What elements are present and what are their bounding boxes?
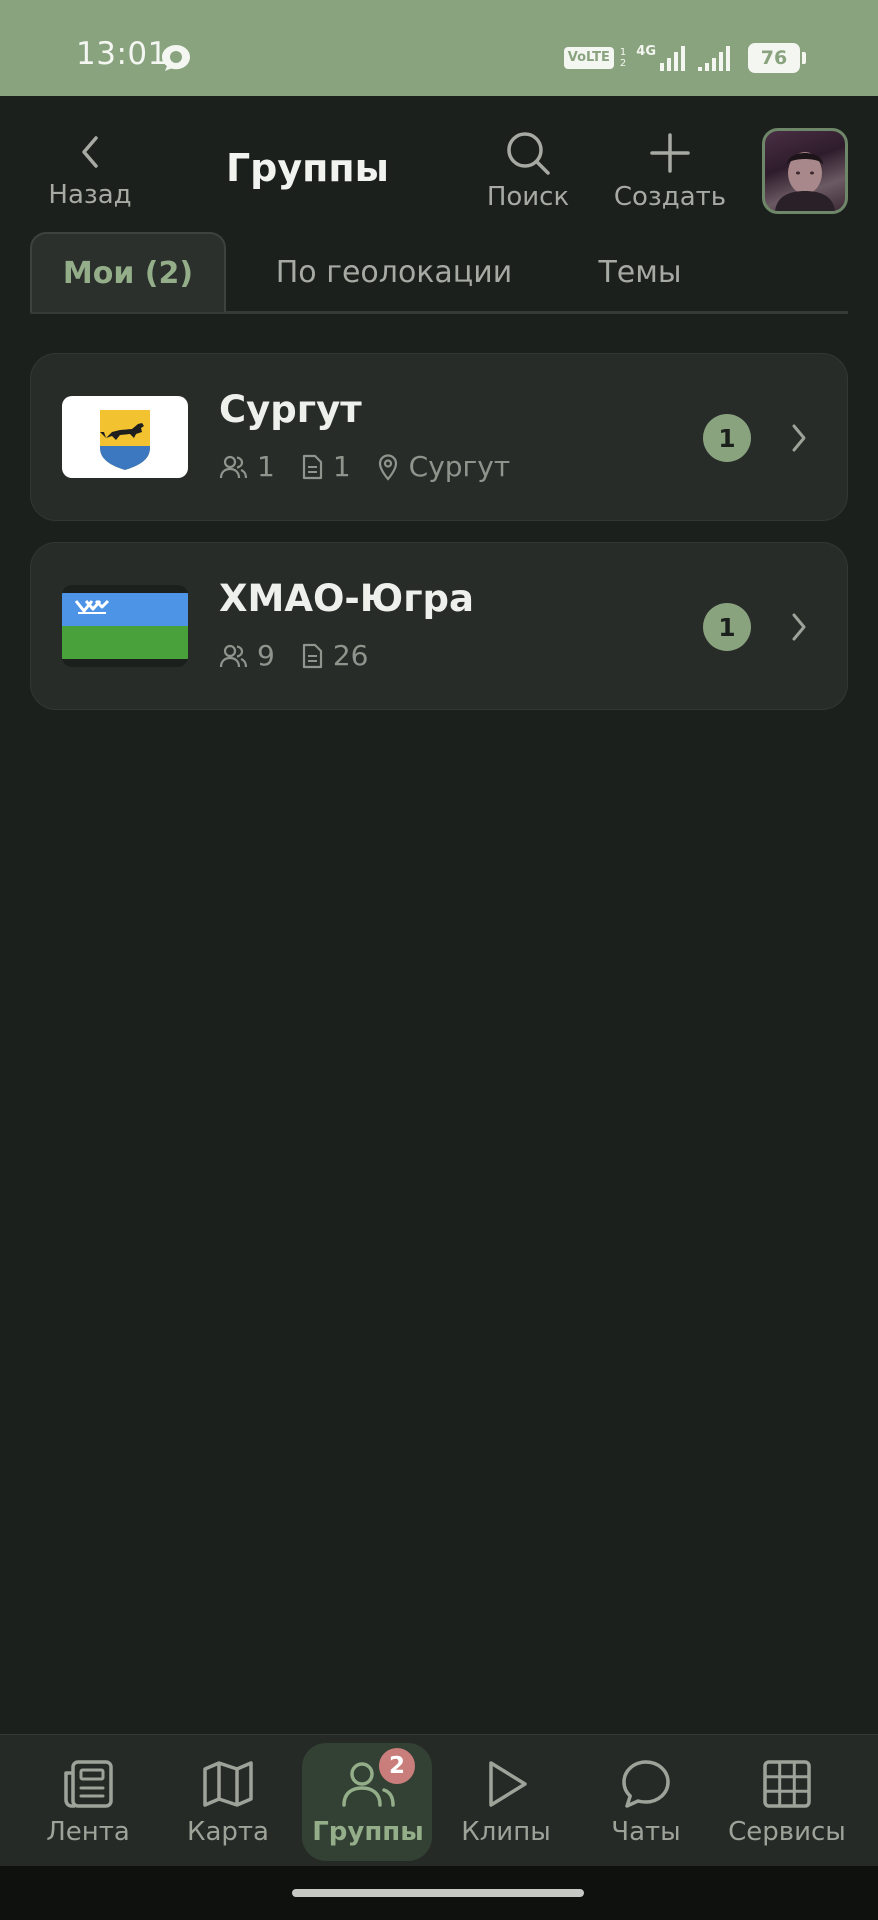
- group-logo: [62, 396, 188, 478]
- create-label: Создать: [613, 182, 727, 212]
- grid-icon: [763, 1760, 811, 1808]
- chevron-right-icon: [792, 424, 806, 452]
- chevron-left-icon: [82, 136, 98, 168]
- tab-topics[interactable]: Темы: [570, 232, 710, 312]
- users-icon: [219, 455, 247, 478]
- group-location: Сургут: [377, 450, 510, 483]
- location-pin-icon: [378, 453, 397, 481]
- status-bar: 13:01 VoLTE 1 2 4G 76: [0, 0, 878, 96]
- members-count: 9: [219, 639, 275, 672]
- group-meta: 9 26: [219, 639, 394, 672]
- page-title: Группы: [225, 146, 390, 190]
- tab-geolocation[interactable]: По геолокации: [256, 232, 532, 312]
- back-label: Назад: [48, 180, 132, 210]
- signal-icon: [698, 46, 730, 71]
- avatar-photo: [775, 152, 835, 211]
- users-icon: [219, 644, 247, 667]
- home-indicator[interactable]: [292, 1889, 584, 1897]
- posts-count: 26: [301, 639, 368, 672]
- signal-icon: [660, 46, 685, 71]
- group-name: Сургут: [219, 388, 362, 431]
- play-icon: [489, 1761, 527, 1807]
- group-tabs: Мои (2) По геолокации Темы: [30, 230, 848, 314]
- create-group-button[interactable]: Создать: [612, 130, 728, 212]
- chevron-right-icon: [792, 613, 806, 641]
- nav-item-services[interactable]: Сервисы: [716, 1735, 858, 1867]
- document-icon: [302, 643, 322, 668]
- tab-my-groups[interactable]: Мои (2): [30, 232, 226, 312]
- search-label: Поиск: [486, 182, 570, 212]
- nav-item-feed[interactable]: Лента: [30, 1735, 146, 1867]
- groups-notification-badge: 2: [376, 1745, 418, 1787]
- group-meta: 1 1 Сургут: [219, 450, 536, 483]
- nav-item-map[interactable]: Карта: [170, 1735, 286, 1867]
- unread-badge: 1: [703, 414, 751, 462]
- search-icon: [507, 132, 550, 175]
- status-time: 13:01: [76, 36, 168, 72]
- unread-badge: 1: [703, 603, 751, 651]
- battery-indicator: 76: [748, 43, 806, 73]
- chat-icon: [622, 1760, 670, 1808]
- back-button[interactable]: Назад: [44, 132, 136, 210]
- khmao-flag: [62, 593, 188, 659]
- network-type: 4G: [636, 43, 656, 59]
- header: Назад Группы Поиск Создать: [0, 96, 878, 226]
- bottom-navigation: Лента Карта Группы 2 Клипы Чаты Сервисы: [0, 1734, 878, 1866]
- avatar[interactable]: [762, 128, 848, 214]
- message-bubble-icon: [162, 45, 190, 71]
- search-button[interactable]: Поиск: [480, 130, 576, 212]
- group-name: ХМАО-Югра: [219, 577, 475, 620]
- nav-item-chats[interactable]: Чаты: [588, 1735, 704, 1867]
- volte-indicator: VoLTE: [563, 47, 614, 69]
- posts-count: 1: [301, 450, 351, 483]
- sim-indicator: 1 2: [619, 47, 627, 69]
- news-icon: [64, 1760, 113, 1808]
- group-card[interactable]: ХМАО-Югра 9 26 1: [30, 542, 848, 710]
- nav-item-clips[interactable]: Клипы: [448, 1735, 564, 1867]
- group-logo: [62, 585, 188, 667]
- members-count: 1: [219, 450, 275, 483]
- status-indicators: VoLTE 1 2 4G 76: [563, 38, 806, 78]
- plus-icon: [650, 133, 690, 173]
- document-icon: [302, 454, 322, 479]
- app-root: 13:01 VoLTE 1 2 4G 76 Назад Группы Поиск…: [0, 0, 878, 1920]
- surgut-coat-of-arms: [100, 410, 150, 470]
- map-icon: [203, 1761, 253, 1807]
- group-card[interactable]: Сургут 1 1 Сургут 1: [30, 353, 848, 521]
